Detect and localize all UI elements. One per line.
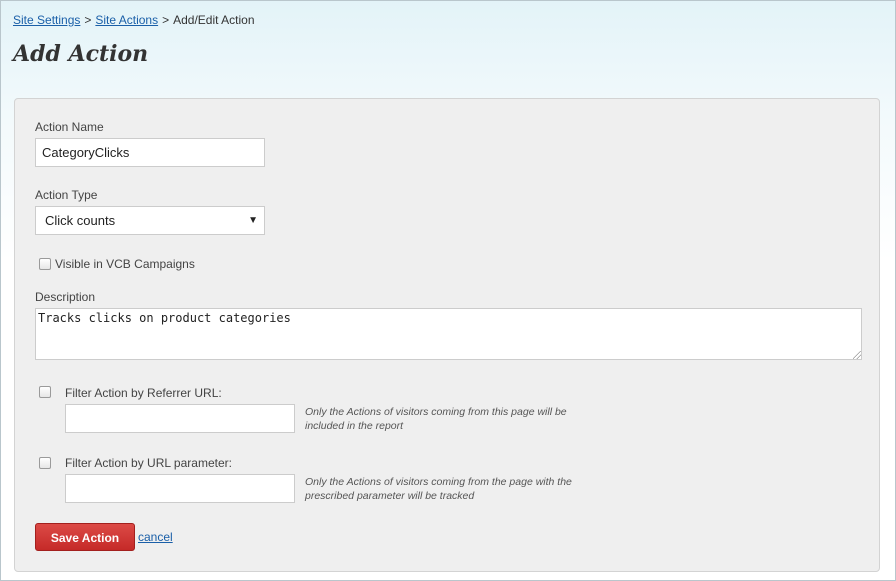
filter-referrer-help-line1: Only the Actions of visitors coming from… (305, 406, 567, 418)
cancel-link[interactable]: cancel (138, 530, 173, 544)
action-type-select[interactable]: Click counts ▼ (35, 206, 265, 235)
filter-param-help: Only the Actions of visitors coming from… (305, 475, 595, 503)
action-type-selected-value: Click counts (45, 213, 116, 228)
breadcrumb-site-actions[interactable]: Site Actions (95, 13, 158, 27)
resize-grip-icon[interactable] (853, 351, 861, 359)
description-label: Description (35, 290, 96, 304)
app-window: Site Settings > Site Actions > Add/Edit Acti… (0, 0, 896, 581)
breadcrumb-separator: > (84, 13, 92, 27)
breadcrumb-separator: > (162, 13, 170, 27)
action-type-label: Action Type (35, 188, 98, 202)
breadcrumb: Site Settings > Site Actions > Add/Edit Acti… (13, 13, 255, 27)
page-title: Add Action (13, 41, 149, 67)
filter-referrer-checkbox[interactable] (39, 386, 51, 398)
filter-referrer-label: Filter Action by Referrer URL: (65, 386, 222, 400)
action-form-panel: Action Name Action Type Click counts ▼ V… (14, 98, 880, 572)
filter-referrer-input[interactable] (65, 404, 295, 433)
filter-param-input[interactable] (65, 474, 295, 503)
save-action-button[interactable]: Save Action (35, 523, 135, 551)
chevron-down-icon: ▼ (248, 215, 258, 226)
filter-param-label: Filter Action by URL parameter: (65, 456, 232, 470)
visible-vcb-checkbox[interactable] (39, 258, 51, 270)
filter-param-help-line1: Only the Actions of visitors coming from… (305, 476, 572, 488)
breadcrumb-current: Add/Edit Action (173, 13, 255, 27)
filter-referrer-help: Only the Actions of visitors coming from… (305, 405, 595, 433)
visible-vcb-label[interactable]: Visible in VCB Campaigns (55, 257, 195, 271)
filter-referrer-help-line2: included in the report (305, 420, 404, 432)
filter-param-checkbox[interactable] (39, 457, 51, 469)
filter-param-help-line2: prescribed parameter will be tracked (305, 490, 475, 502)
action-name-label: Action Name (35, 120, 104, 134)
action-name-input[interactable] (35, 138, 265, 167)
breadcrumb-site-settings[interactable]: Site Settings (13, 13, 80, 27)
description-textarea[interactable]: Tracks clicks on product categories (35, 308, 862, 360)
